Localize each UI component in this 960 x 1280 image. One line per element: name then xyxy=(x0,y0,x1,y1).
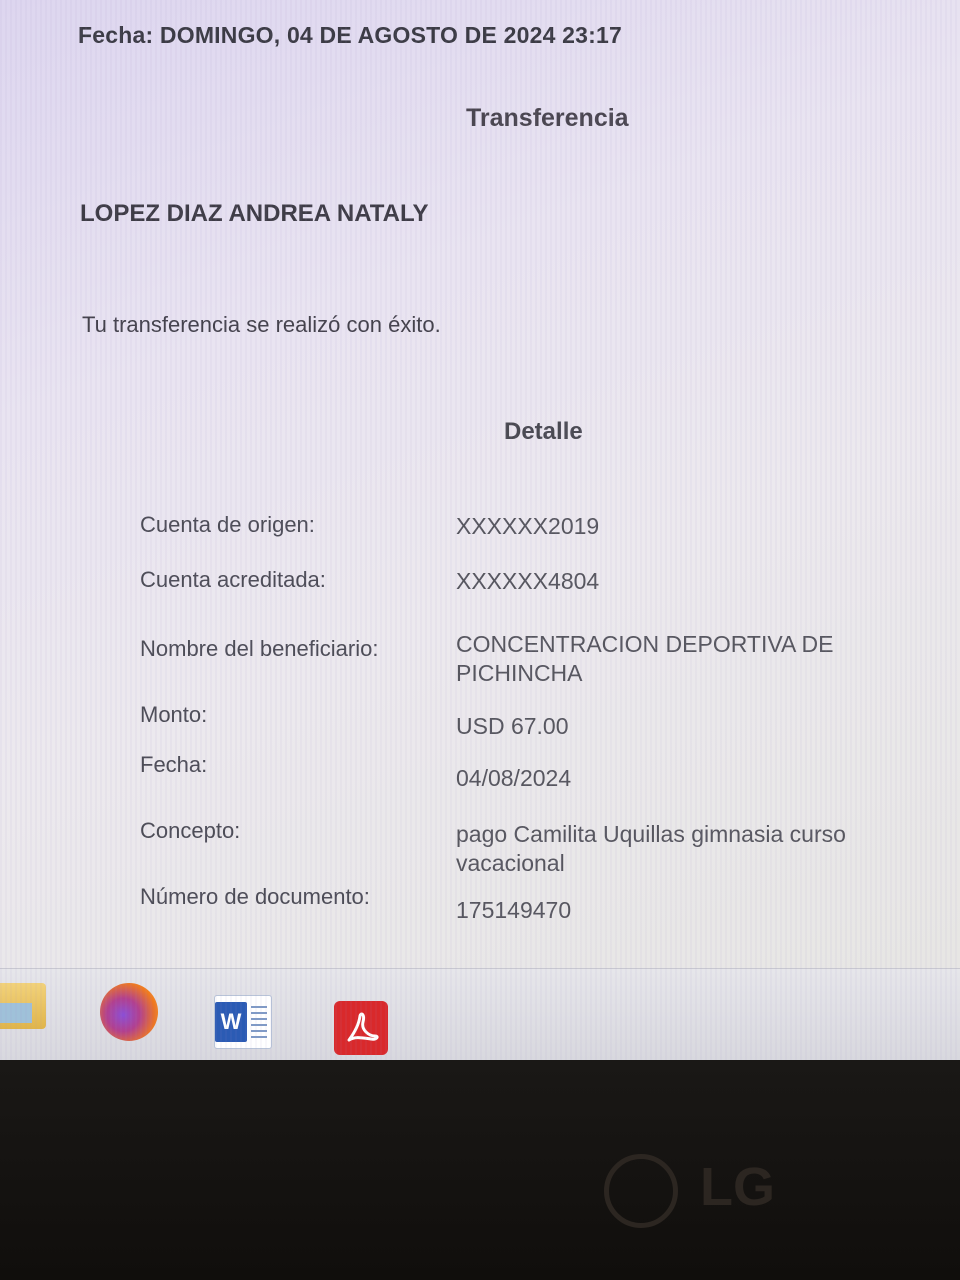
detail-label: Número de documento: xyxy=(140,884,370,909)
monitor-bezel xyxy=(0,1060,960,1280)
word-lines-decor xyxy=(251,1006,267,1038)
detail-value: CONCENTRACION DEPORTIVA DE PICHINCHA xyxy=(456,631,834,686)
customer-name: LOPEZ DIAZ ANDREA NATALY xyxy=(80,200,429,227)
detail-label: Fecha: xyxy=(140,752,208,777)
page-title: Transferencia xyxy=(466,104,629,132)
detail-value: USD 67.00 xyxy=(456,713,569,739)
detail-heading: Detalle xyxy=(504,418,583,445)
monitor-screen: Fecha: DOMINGO, 04 DE AGOSTO DE 2024 23:… xyxy=(0,0,960,1060)
pdf-icon[interactable] xyxy=(334,1001,388,1055)
lg-circle-icon xyxy=(604,1154,678,1228)
detail-value: 04/08/2024 xyxy=(456,765,572,791)
word-icon[interactable]: W xyxy=(214,995,272,1049)
detail-label: Cuenta de origen: xyxy=(140,512,315,537)
taskbar: W xyxy=(0,968,960,1060)
detail-value: pago Camilita Uquillas gimnasia curso va… xyxy=(456,821,846,876)
word-letter: W xyxy=(215,1002,247,1042)
firefox-icon[interactable] xyxy=(100,983,158,1041)
detail-value: XXXXXX4804 xyxy=(456,568,600,594)
acrobat-glyph-icon xyxy=(347,1012,379,1042)
detail-label: Concepto: xyxy=(140,818,241,843)
receipt-date-header: Fecha: DOMINGO, 04 DE AGOSTO DE 2024 23:… xyxy=(78,22,622,48)
lg-brand-text: LG xyxy=(700,1157,775,1217)
folder-icon[interactable] xyxy=(0,983,46,1029)
detail-label: Nombre del beneficiario: xyxy=(140,636,379,661)
transfer-receipt-page: Fecha: DOMINGO, 04 DE AGOSTO DE 2024 23:… xyxy=(0,0,960,970)
success-message: Tu transferencia se realizó con éxito. xyxy=(82,312,441,337)
detail-value: 175149470 xyxy=(456,897,572,923)
detail-value: XXXXXX2019 xyxy=(456,513,600,539)
detail-label: Monto: xyxy=(140,702,208,727)
lg-logo: LG xyxy=(600,1150,800,1228)
detail-label: Cuenta acreditada: xyxy=(140,567,326,592)
